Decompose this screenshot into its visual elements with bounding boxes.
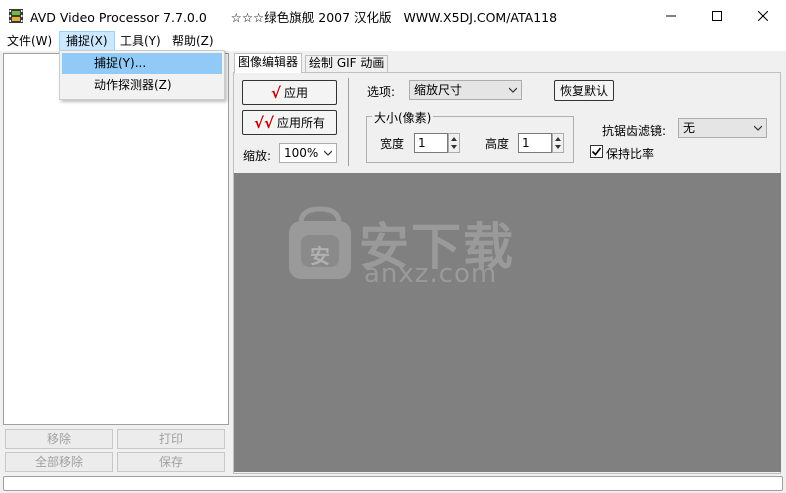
apply-all-button[interactable]: √√ 应用所有 — [242, 110, 337, 135]
restore-default-button[interactable]: 恢复默认 — [554, 80, 614, 101]
save-button[interactable]: 保存 — [117, 452, 225, 472]
vertical-divider — [348, 78, 349, 166]
minimize-icon — [666, 15, 676, 16]
menu-tools[interactable]: 工具(Y) — [114, 31, 167, 51]
menu-item-capture[interactable]: 捕捉(Y)... — [62, 53, 222, 74]
check-icon: √ — [270, 83, 281, 102]
antialias-select[interactable]: 无 — [678, 118, 767, 138]
remove-all-button[interactable]: 全部移除 — [5, 452, 113, 472]
shield-bag-watermark-icon: 安 — [287, 205, 353, 281]
height-input[interactable]: 1 — [518, 133, 552, 153]
close-button[interactable] — [740, 0, 786, 31]
tab-draw-gif[interactable]: 绘制 GIF 动画 — [305, 55, 389, 72]
zoom-value: 100% — [284, 146, 319, 160]
chevron-down-icon — [509, 87, 517, 93]
tab-image-editor[interactable]: 图像编辑器 — [234, 53, 303, 73]
keep-ratio-label: 保持比率 — [606, 147, 655, 161]
title-bar: AVD Video Processor 7.7.0.0 ☆☆☆绿色旗舰 2007… — [0, 0, 786, 31]
remove-button[interactable]: 移除 — [5, 429, 113, 449]
zoom-label: 缩放: — [243, 149, 272, 163]
maximize-icon — [712, 10, 722, 21]
zoom-select[interactable]: 100% — [279, 143, 337, 163]
chevron-down-icon — [754, 125, 762, 131]
keep-ratio-checkbox[interactable] — [590, 145, 603, 158]
spin-arrows-icon — [451, 137, 457, 149]
menu-capture[interactable]: 捕捉(X) — [59, 31, 115, 51]
apply-all-label: 应用所有 — [277, 116, 326, 130]
antialias-value: 无 — [683, 121, 696, 135]
width-spinner[interactable] — [448, 133, 460, 153]
window-title: AVD Video Processor 7.7.0.0 ☆☆☆绿色旗舰 2007… — [30, 10, 558, 25]
film-app-icon — [8, 8, 24, 24]
double-check-icon: √√ — [253, 113, 274, 132]
minimize-button[interactable] — [648, 0, 694, 31]
menu-help[interactable]: 帮助(Z) — [166, 31, 220, 51]
option-select[interactable]: 缩放尺寸 — [409, 80, 522, 100]
option-value: 缩放尺寸 — [414, 83, 463, 97]
option-label: 选项: — [367, 85, 396, 99]
height-spinner[interactable] — [552, 133, 564, 153]
menu-item-motion-detector[interactable]: 动作探测器(Z) — [62, 75, 222, 96]
checkmark-icon — [591, 147, 602, 156]
chevron-down-icon — [324, 150, 332, 156]
capture-dropdown-menu: 捕捉(Y)... 动作探测器(Z) — [59, 50, 225, 100]
antialias-label: 抗锯齿滤镜: — [602, 124, 667, 138]
watermark-badge: 安 — [310, 244, 330, 268]
capture-list[interactable] — [3, 53, 229, 425]
maximize-button[interactable] — [694, 0, 740, 31]
height-label: 高度 — [485, 137, 510, 151]
apply-button[interactable]: √ 应用 — [242, 80, 337, 105]
menu-bar: 文件(W) 捕捉(X) 工具(Y) 帮助(Z) — [0, 31, 786, 51]
apply-label: 应用 — [284, 86, 309, 100]
watermark-url: anxz.com — [364, 259, 498, 289]
close-icon — [758, 10, 768, 21]
status-bar — [3, 476, 783, 491]
menu-file[interactable]: 文件(W) — [1, 31, 58, 51]
image-preview-area[interactable]: 安 安下载 anxz.com — [234, 173, 781, 472]
print-button[interactable]: 打印 — [117, 429, 225, 449]
width-label: 宽度 — [380, 137, 405, 151]
width-input[interactable]: 1 — [414, 133, 448, 153]
size-group-title: 大小(像素) — [372, 109, 434, 126]
spin-arrows-icon — [555, 137, 561, 149]
